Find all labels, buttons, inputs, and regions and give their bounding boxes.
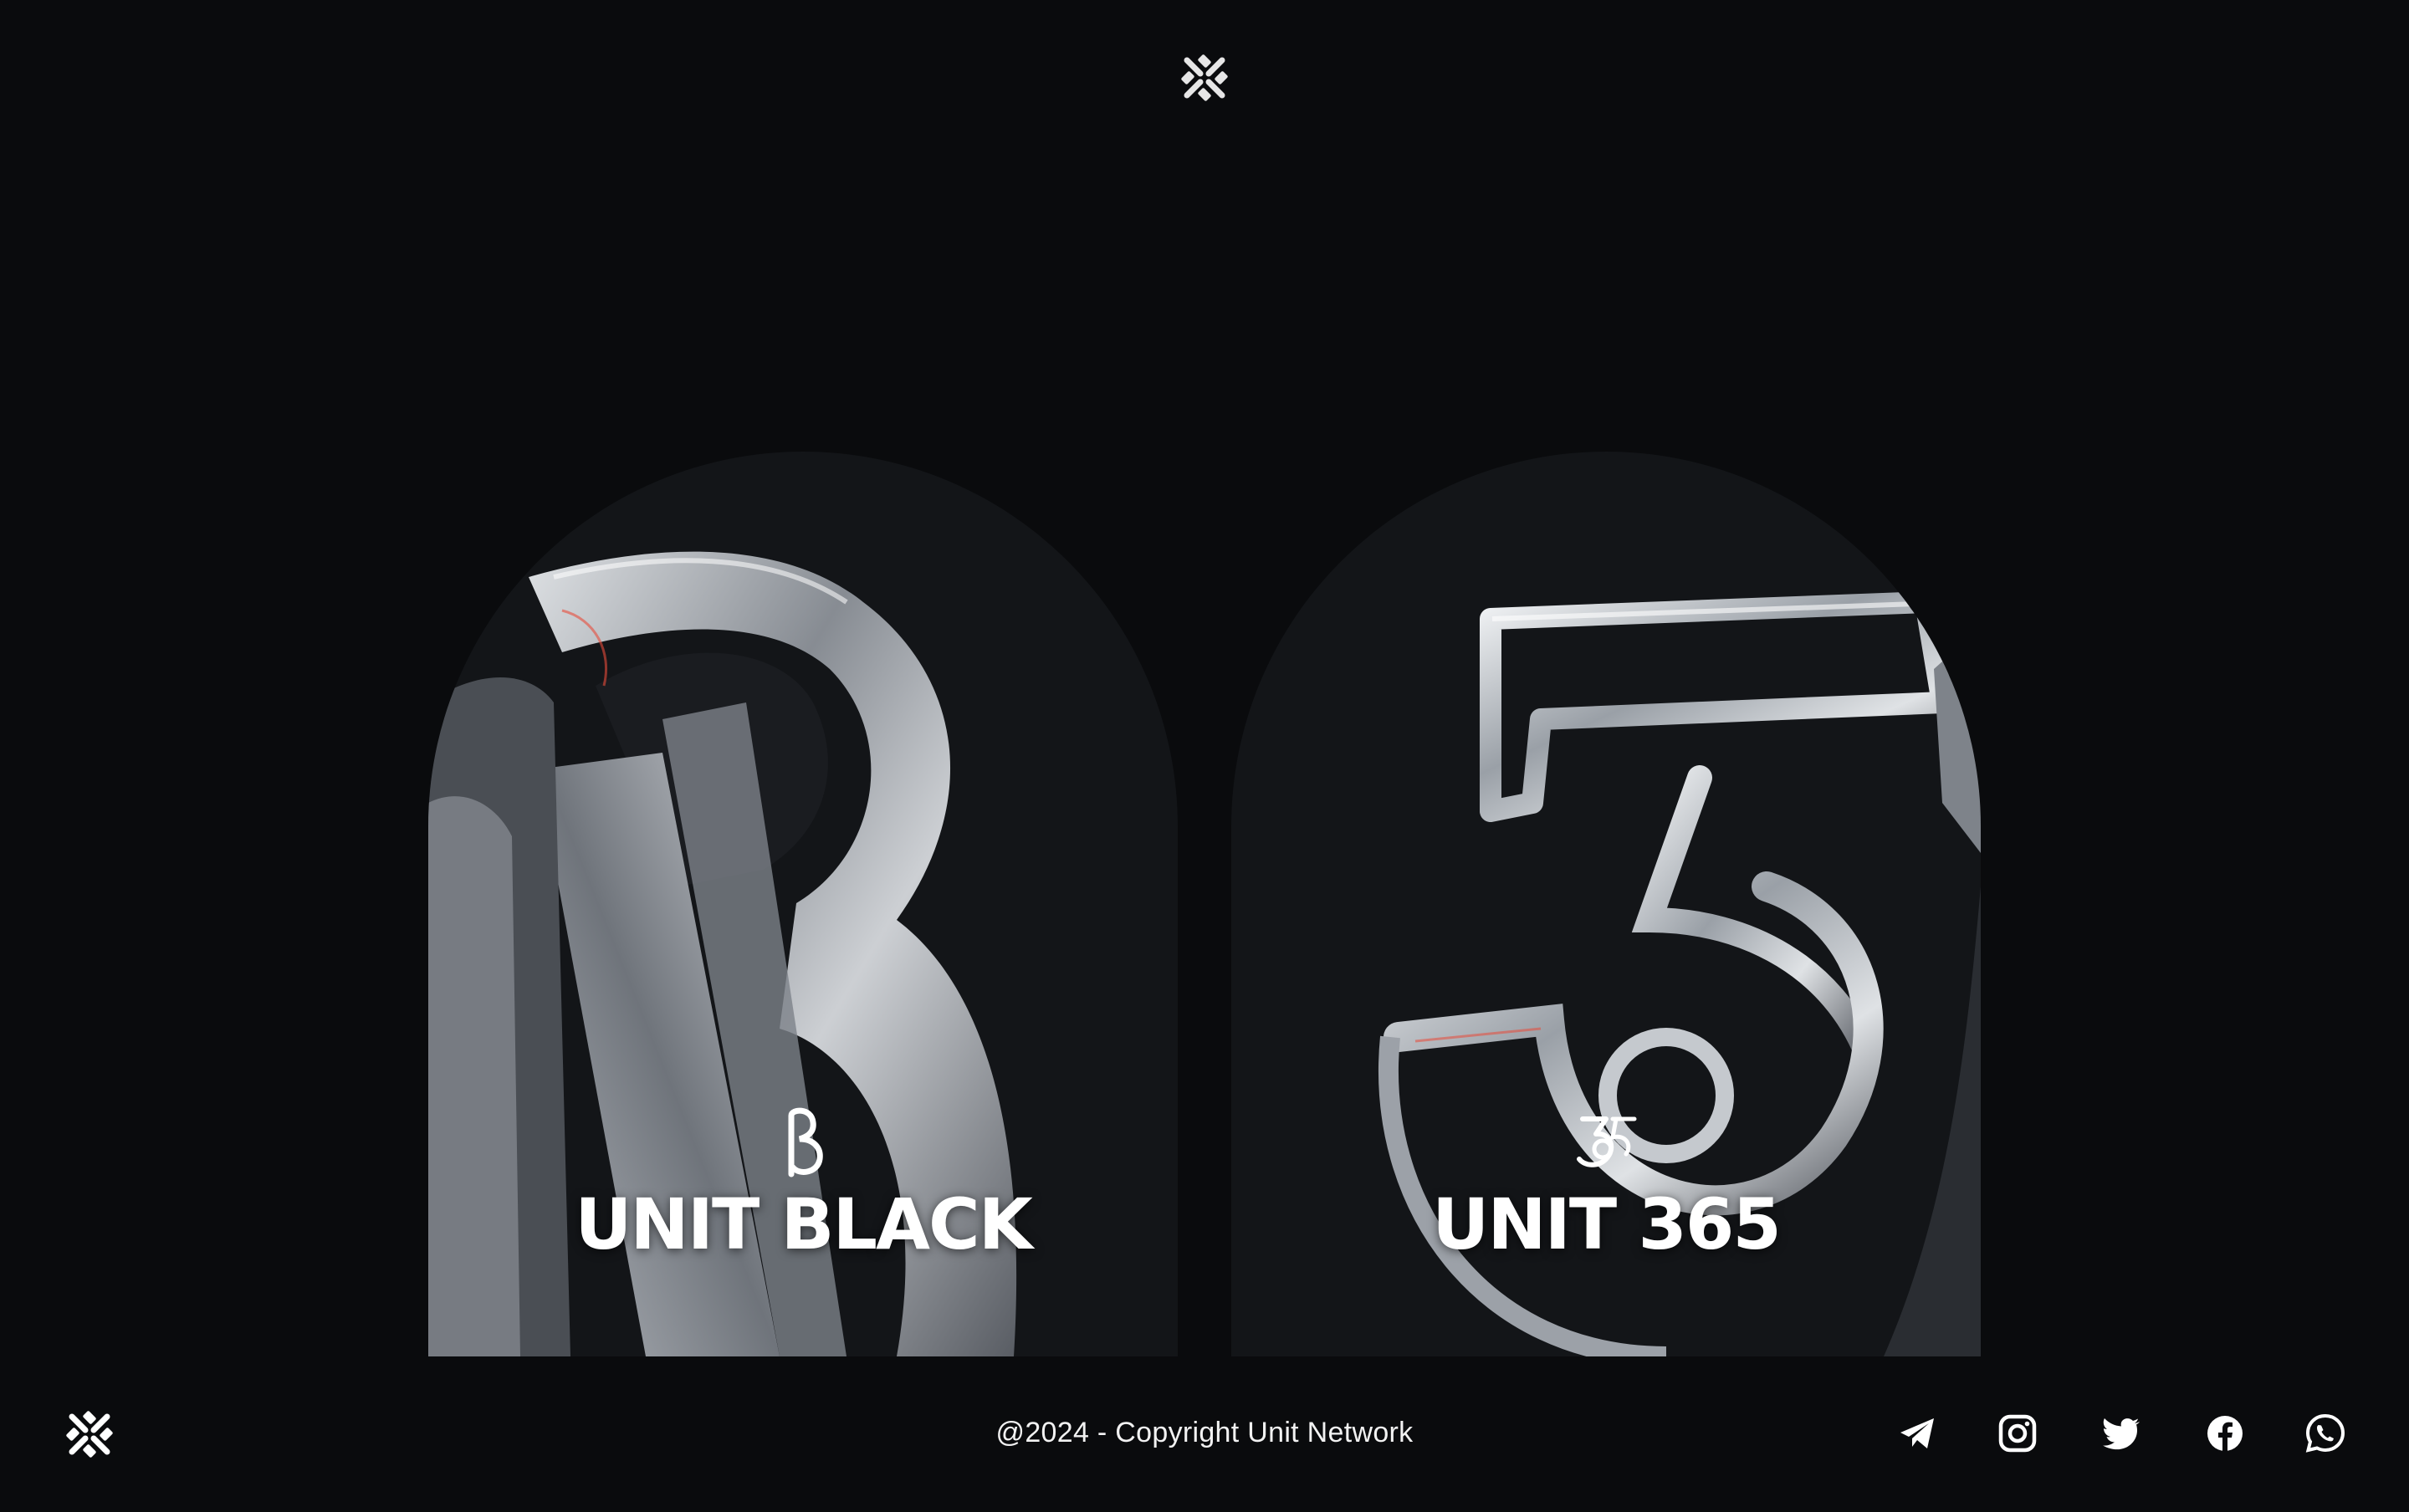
copyright-text: @2024 - Copyright Unit Network <box>995 1417 1414 1448</box>
whatsapp-icon[interactable] <box>2304 1412 2347 1455</box>
twitter-icon[interactable] <box>2100 1412 2143 1455</box>
unit-black-title: UNIT BLACK <box>575 1183 1033 1265</box>
instagram-icon[interactable] <box>1996 1412 2039 1455</box>
page: UNIT BLACK UNIT 365 @2024 - Copyright Un… <box>0 0 2409 1512</box>
unit-365-title: UNIT 365 <box>1432 1183 1782 1265</box>
unit-network-logo-icon[interactable] <box>1179 52 1230 104</box>
telegram-icon[interactable] <box>1895 1412 1939 1455</box>
unit-365-card[interactable]: UNIT 365 <box>1231 452 1981 1356</box>
unit-black-b-icon <box>788 1107 823 1177</box>
unit-365-icon <box>1577 1116 1637 1167</box>
unit-black-card[interactable]: UNIT BLACK <box>428 452 1178 1356</box>
footer: @2024 - Copyright Unit Network <box>0 1388 2409 1479</box>
facebook-icon[interactable] <box>2203 1412 2247 1455</box>
